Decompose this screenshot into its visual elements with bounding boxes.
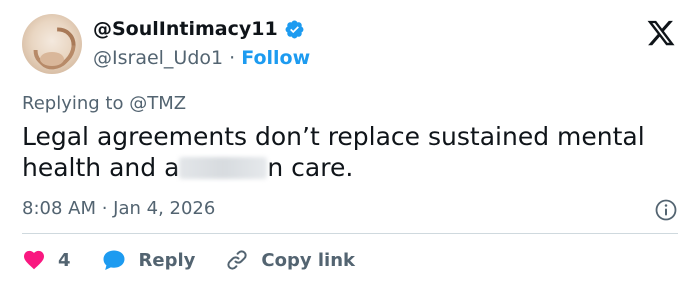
author-handle-row: @Israel_Udo1 · Follow	[93, 47, 310, 69]
author-name-row: @SoulIntimacy11	[93, 18, 305, 40]
verified-badge-icon	[285, 20, 304, 38]
info-icon[interactable]	[654, 198, 678, 222]
tweet-text: Legal agreements don’t replace sustained…	[22, 121, 682, 183]
replying-to[interactable]: Replying to @TMZ	[22, 93, 186, 114]
action-bar: 4 Reply Copy link	[22, 248, 385, 272]
copy-link-label: Copy link	[261, 249, 355, 271]
copy-link-button[interactable]: Copy link	[225, 248, 355, 272]
timestamp[interactable]: 8:08 AM · Jan 4, 2026	[22, 198, 215, 219]
display-name[interactable]: @SoulIntimacy11	[93, 18, 278, 40]
divider	[22, 233, 678, 234]
separator-dot: ·	[229, 47, 236, 69]
like-button[interactable]: 4	[22, 248, 71, 272]
reply-label: Reply	[138, 249, 196, 271]
handle[interactable]: @Israel_Udo1	[93, 47, 223, 69]
reply-bubble-icon	[103, 250, 125, 270]
like-count: 4	[58, 249, 71, 271]
follow-link[interactable]: Follow	[241, 47, 310, 69]
avatar[interactable]	[22, 14, 82, 74]
avatar-hands-shape	[40, 52, 64, 66]
reply-button[interactable]: Reply	[101, 248, 196, 272]
link-icon	[227, 250, 248, 270]
x-logo-icon[interactable]	[646, 18, 676, 48]
blurred-text-redaction	[179, 157, 268, 179]
heart-icon	[24, 250, 44, 270]
tweet-text-part2: n care.	[267, 153, 354, 182]
